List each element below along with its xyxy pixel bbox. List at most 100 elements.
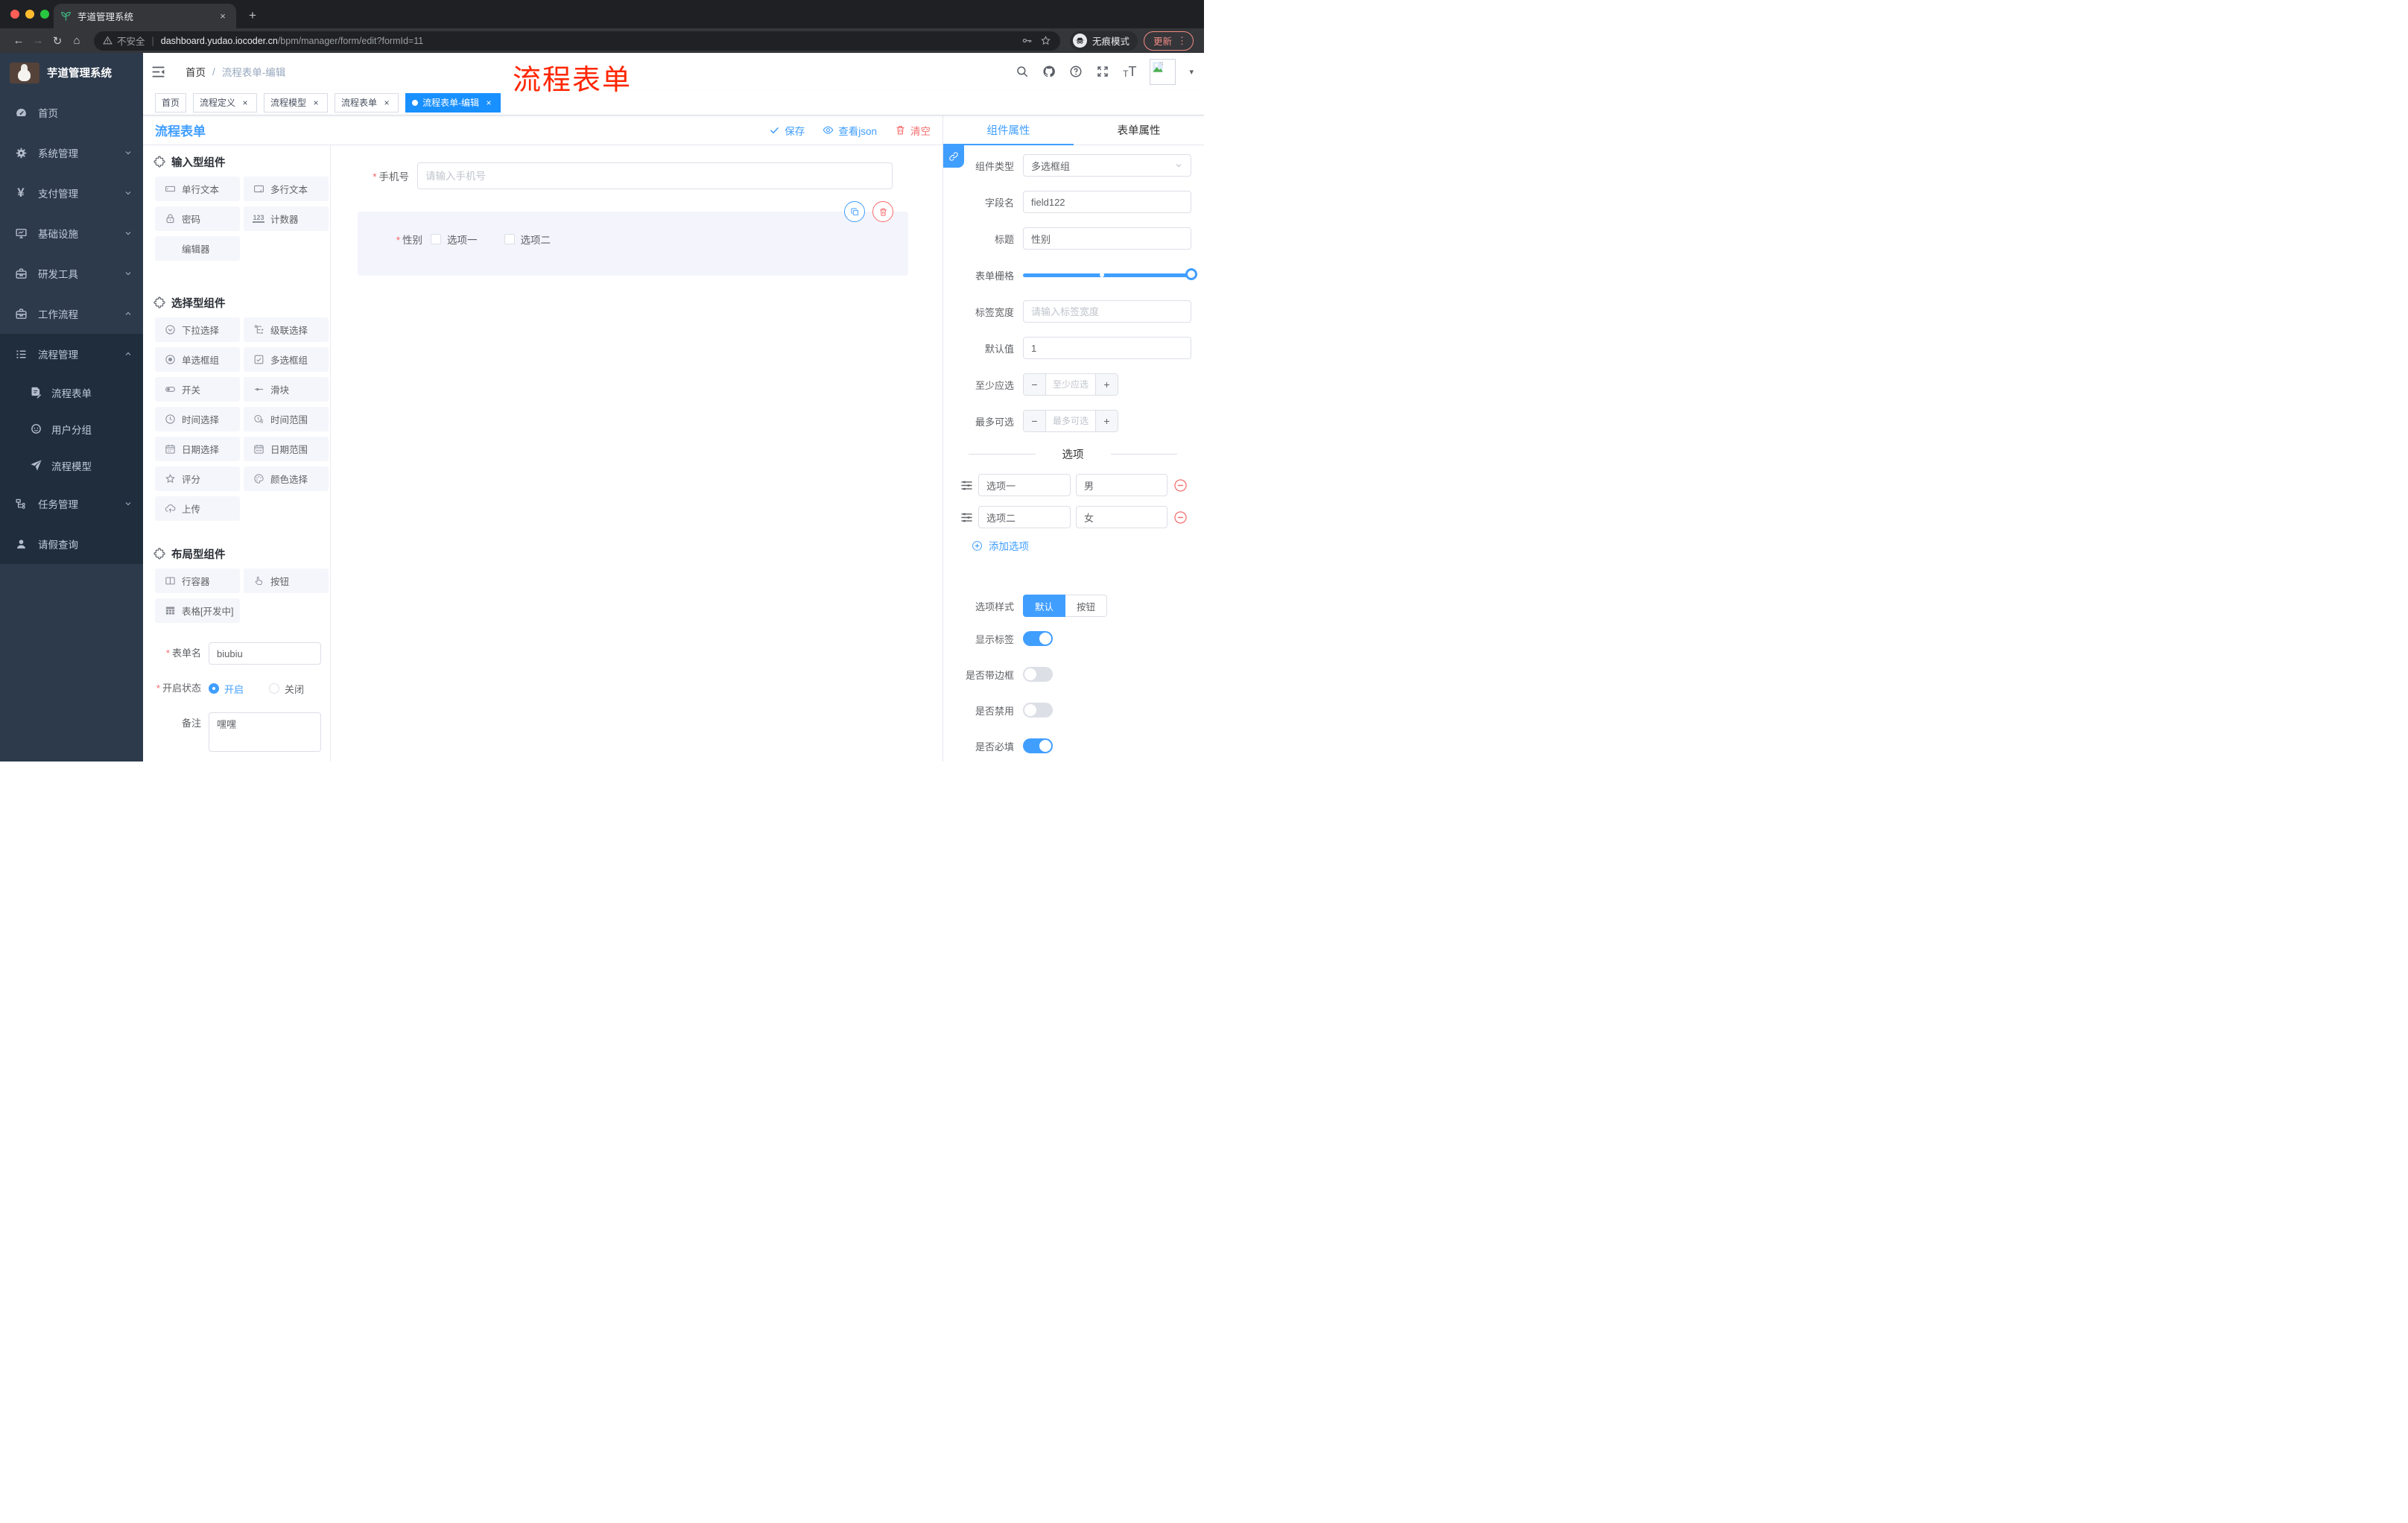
option-2-label-input[interactable] [978, 506, 1071, 528]
component-switch[interactable]: 开关 [155, 377, 240, 402]
component-multi-line-text[interactable]: 多行文本 [244, 177, 329, 201]
form-grid-slider[interactable] [1023, 264, 1197, 286]
canvas-field-gender-selected[interactable]: * 性别 选项一 选项二 [358, 201, 908, 276]
breadcrumb-home[interactable]: 首页 [186, 64, 206, 79]
tab-component-props[interactable]: 组件属性 [943, 115, 1074, 145]
reload-button[interactable]: ↻ [48, 34, 67, 48]
tag-close-icon[interactable]: × [484, 98, 494, 108]
option-style-default-button[interactable]: 默认 [1023, 595, 1066, 617]
gender-option-1[interactable]: 选项一 [431, 232, 478, 247]
sidebar-item-infrastructure[interactable]: 基础设施 [0, 213, 143, 253]
home-button[interactable]: ⌂ [67, 34, 86, 47]
stepper-decrease-button[interactable]: − [1024, 374, 1046, 395]
component-table-wip[interactable]: 表格[开发中] [155, 598, 240, 623]
status-radio-off[interactable]: 关闭 [269, 682, 304, 696]
add-option-button[interactable]: 添加选项 [972, 538, 1204, 553]
component-upload[interactable]: 上传 [155, 496, 240, 521]
new-tab-button[interactable]: + [244, 7, 262, 25]
password-key-icon[interactable] [1021, 35, 1033, 46]
with-border-toggle[interactable] [1023, 667, 1053, 682]
component-dropdown-select[interactable]: 下拉选择 [155, 317, 240, 342]
save-button[interactable]: 保存 [769, 123, 805, 138]
tag-process-form[interactable]: 流程表单 × [335, 92, 399, 113]
close-window-button[interactable] [10, 10, 19, 19]
avatar[interactable] [1150, 58, 1176, 85]
sidebar-item-process-model[interactable]: 流程模型 [0, 447, 143, 484]
sidebar-item-payment[interactable]: ¥ 支付管理 [0, 173, 143, 213]
avatar-caret-icon[interactable]: ▾ [1189, 67, 1194, 77]
back-button[interactable]: ← [9, 34, 28, 47]
tag-process-model[interactable]: 流程模型 × [264, 92, 329, 113]
disabled-toggle[interactable] [1023, 703, 1053, 718]
sidebar-item-process-form[interactable]: 流程表单 [0, 374, 143, 411]
view-json-button[interactable]: 查看json [823, 123, 877, 138]
component-cascade-select[interactable]: 级联选择 [244, 317, 329, 342]
checkbox-unchecked-icon[interactable] [504, 234, 515, 244]
clear-button[interactable]: 清空 [895, 123, 931, 138]
component-button[interactable]: 按钮 [244, 569, 329, 593]
field-name-input[interactable] [1023, 191, 1191, 213]
component-slider[interactable]: 滑块 [244, 377, 329, 402]
default-value-input[interactable] [1023, 337, 1191, 359]
option-style-button-button[interactable]: 按钮 [1065, 595, 1108, 617]
duplicate-component-button[interactable] [844, 201, 865, 222]
gender-option-2[interactable]: 选项二 [504, 232, 551, 247]
component-type-select[interactable]: 多选框组 [1023, 154, 1191, 177]
sidebar-item-system[interactable]: 系统管理 [0, 133, 143, 173]
form-name-input[interactable] [209, 642, 321, 665]
phone-input[interactable] [417, 162, 893, 189]
component-rate[interactable]: 评分 [155, 466, 240, 491]
slider-handle[interactable] [1185, 267, 1197, 280]
component-date-range[interactable]: 日期范围 [244, 437, 329, 461]
component-single-line-text[interactable]: 单行文本 [155, 177, 240, 201]
link-tag-button[interactable] [943, 145, 964, 168]
github-icon[interactable] [1042, 65, 1056, 78]
tag-close-icon[interactable]: × [311, 98, 321, 108]
bookmark-star-icon[interactable] [1040, 35, 1051, 46]
option-1-value-input[interactable] [1076, 474, 1167, 496]
component-checkbox-group[interactable]: 多选框组 [244, 347, 329, 372]
label-width-input[interactable] [1023, 300, 1191, 323]
fullscreen-icon[interactable] [1096, 65, 1109, 78]
delete-component-button[interactable] [872, 201, 893, 222]
sidebar-item-process-management[interactable]: 流程管理 [0, 334, 143, 374]
title-input[interactable] [1023, 227, 1191, 250]
sidebar-item-home[interactable]: 首页 [0, 92, 143, 133]
component-password[interactable]: 密码 [155, 206, 240, 231]
sidebar-item-devtools[interactable]: 研发工具 [0, 253, 143, 294]
remove-option-button[interactable] [1173, 478, 1188, 493]
tab-form-props[interactable]: 表单属性 [1074, 115, 1204, 145]
sidebar-item-user-group[interactable]: 用户分组 [0, 411, 143, 447]
show-label-toggle[interactable] [1023, 631, 1053, 646]
component-date-picker[interactable]: 日期选择 [155, 437, 240, 461]
chrome-update-button[interactable]: 更新 ⋮ [1143, 31, 1194, 51]
sidebar-item-leave-query[interactable]: 请假查询 [0, 524, 143, 564]
component-time-range[interactable]: 时间范围 [244, 407, 329, 431]
option-2-value-input[interactable] [1076, 506, 1167, 528]
tag-close-icon[interactable]: × [381, 98, 392, 108]
stepper-increase-button[interactable]: + [1095, 374, 1118, 395]
checkbox-unchecked-icon[interactable] [431, 234, 441, 244]
hamburger-icon[interactable] [150, 64, 166, 80]
tag-process-form-edit-active[interactable]: 流程表单-编辑 × [405, 92, 501, 113]
browser-tab[interactable]: 芋道管理系统 × [54, 4, 236, 28]
component-radio-group[interactable]: 单选框组 [155, 347, 240, 372]
help-icon[interactable] [1069, 65, 1083, 78]
drag-handle-icon[interactable] [960, 510, 974, 525]
drag-handle-icon[interactable] [960, 478, 974, 493]
remove-option-button[interactable] [1173, 510, 1188, 525]
canvas-field-phone[interactable]: * 手机号 [350, 162, 908, 189]
sidebar-item-task-management[interactable]: 任务管理 [0, 484, 143, 524]
address-bar[interactable]: 不安全 | dashboard.yudao.iocoder.cn /bpm/ma… [94, 31, 1060, 51]
tab-close-icon[interactable]: × [216, 10, 229, 23]
min-select-input[interactable] [1046, 374, 1095, 395]
component-color-picker[interactable]: 颜色选择 [244, 466, 329, 491]
component-row-container[interactable]: 行容器 [155, 569, 240, 593]
option-1-label-input[interactable] [978, 474, 1071, 496]
font-size-icon[interactable]: TT [1123, 65, 1136, 78]
max-select-input[interactable] [1046, 411, 1095, 431]
zoom-window-button[interactable] [40, 10, 49, 19]
stepper-decrease-button[interactable]: − [1024, 411, 1046, 431]
minimize-window-button[interactable] [25, 10, 34, 19]
sidebar-item-workflow[interactable]: 工作流程 [0, 294, 143, 334]
